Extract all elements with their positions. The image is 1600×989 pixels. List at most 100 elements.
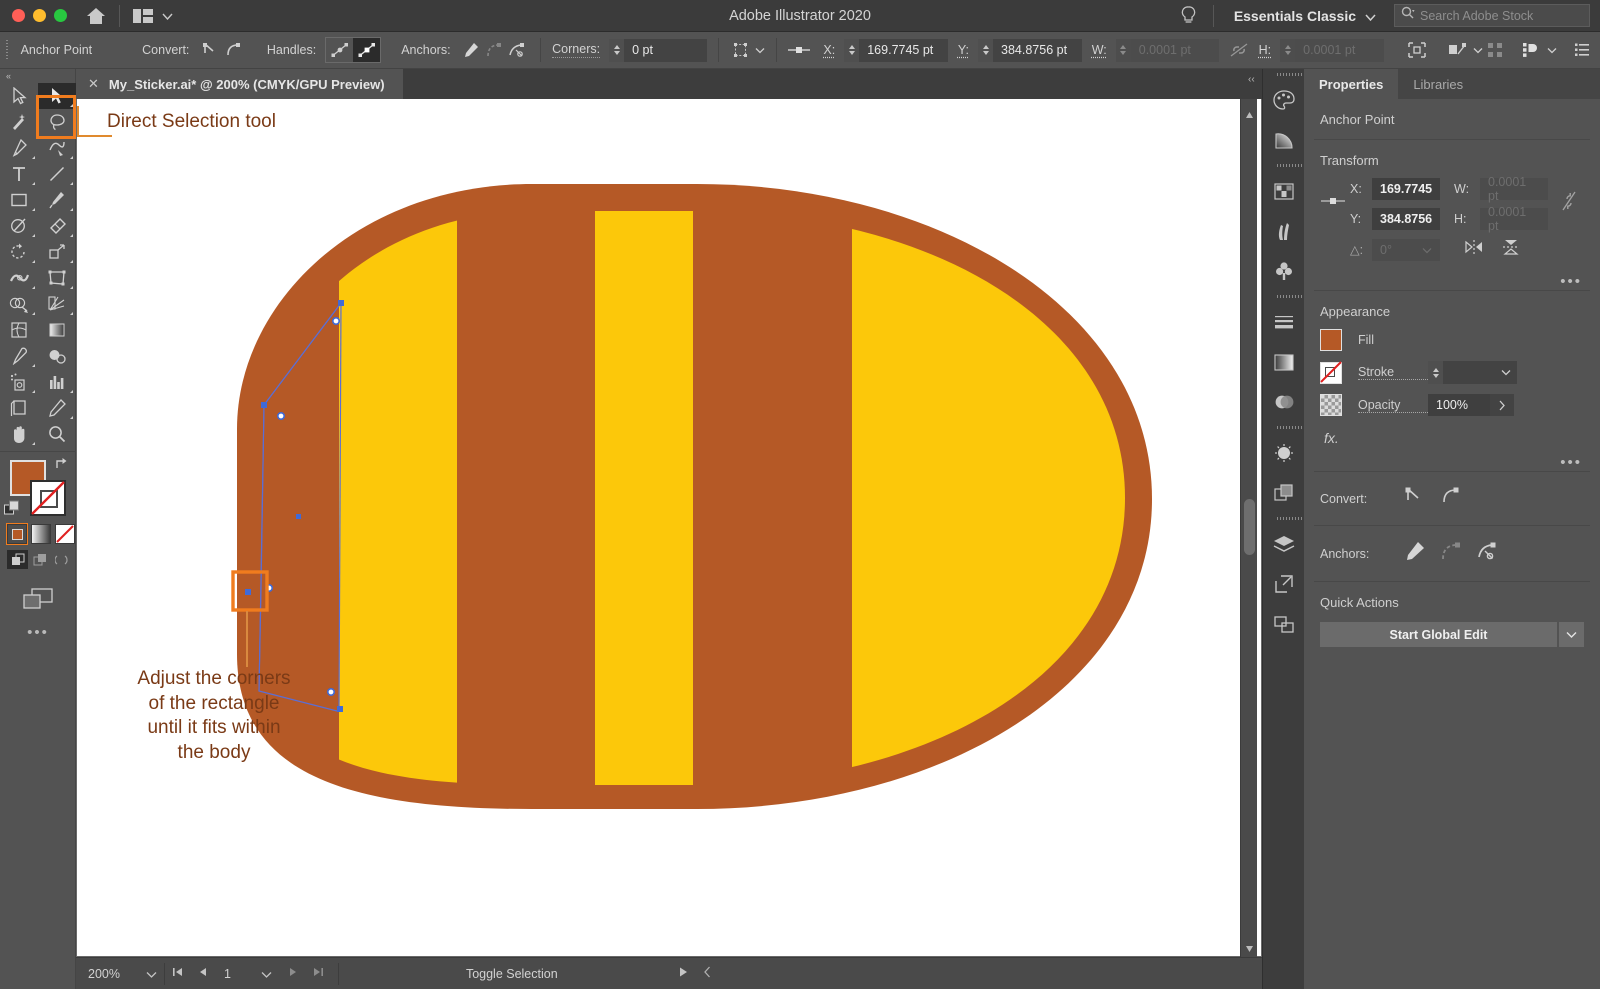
scrollbar-thumb[interactable] (1244, 499, 1255, 555)
column-graph-tool[interactable] (38, 369, 76, 395)
flip-horizontal-icon[interactable] (1464, 239, 1484, 260)
y-stepper[interactable] (978, 39, 993, 62)
slice-tool[interactable] (38, 395, 76, 421)
artboard-number-field[interactable]: 1 (224, 967, 272, 981)
stroke-weight-field[interactable] (1428, 361, 1517, 384)
transform-effect-icon[interactable] (1445, 38, 1468, 62)
asset-export-icon[interactable] (1263, 564, 1305, 604)
last-artboard-icon[interactable] (312, 966, 324, 981)
change-screen-mode-icon[interactable] (0, 588, 76, 610)
close-icon[interactable]: ✕ (88, 76, 99, 92)
dock-grip[interactable] (1263, 291, 1305, 302)
show-one-handle-icon[interactable] (353, 38, 380, 62)
hand-tool[interactable] (0, 421, 38, 447)
connect-anchors-icon[interactable] (1440, 540, 1462, 567)
selection-tool[interactable] (0, 83, 38, 109)
magic-wand-tool[interactable] (0, 109, 38, 135)
chevron-down-icon[interactable] (1473, 43, 1483, 57)
minimize-window-button[interactable] (33, 9, 46, 22)
more-options-arrow-icon[interactable] (1490, 394, 1514, 416)
gradient-swatch-icon[interactable] (31, 524, 51, 544)
scroll-up-icon[interactable] (1245, 107, 1254, 116)
unlink-dimensions-icon[interactable] (1227, 38, 1250, 62)
convert-to-corner-icon[interactable] (1404, 486, 1424, 511)
unlink-dimensions-icon[interactable] (1554, 178, 1584, 217)
paintbrush-tool[interactable] (38, 187, 76, 213)
scale-tool[interactable] (38, 239, 76, 265)
dock-grip[interactable] (1263, 69, 1305, 80)
lasso-tool[interactable] (38, 109, 76, 135)
document-tab[interactable]: ✕ My_Sticker.ai* @ 200% (CMYK/GPU Previe… (76, 69, 403, 99)
rectangle-tool[interactable] (0, 187, 38, 213)
y-field[interactable]: 384.8756 pt (978, 39, 1082, 62)
swatches-icon[interactable] (1263, 171, 1305, 211)
default-fill-stroke-icon[interactable] (4, 500, 20, 516)
type-tool[interactable] (0, 161, 38, 187)
eraser-tool[interactable] (38, 213, 76, 239)
expand-panels-icon[interactable]: ‹‹ (1248, 74, 1255, 85)
collapse-panel-icon[interactable]: « (0, 69, 75, 83)
grid-options-icon[interactable] (730, 38, 753, 62)
x-field[interactable]: 169.7745 (1372, 178, 1440, 200)
artboard-canvas[interactable]: Direct Selection tool Adjust the corners… (76, 99, 1262, 957)
dock-grip[interactable] (1263, 160, 1305, 171)
color-swatch-icon[interactable] (7, 524, 27, 544)
layers-icon[interactable] (1263, 524, 1305, 564)
chevron-down-icon[interactable] (146, 967, 157, 981)
cut-path-icon[interactable] (1476, 540, 1498, 567)
tab-properties[interactable]: Properties (1304, 69, 1398, 99)
transparency-icon[interactable] (1263, 382, 1305, 422)
stroke-swatch[interactable] (1320, 362, 1342, 384)
appearance-more-options-icon[interactable]: ••• (1320, 454, 1584, 471)
resize-handle-icon[interactable] (703, 966, 712, 981)
connect-anchors-icon[interactable] (483, 38, 506, 62)
eyedropper-tool[interactable] (0, 343, 38, 369)
dock-grip[interactable] (1263, 422, 1305, 433)
start-global-edit-button[interactable]: Start Global Edit (1320, 622, 1557, 647)
artboard-tool[interactable] (0, 395, 38, 421)
perspective-grid-tool[interactable] (38, 291, 76, 317)
control-bar-grip[interactable] (4, 40, 8, 61)
convert-to-smooth-icon[interactable] (1440, 486, 1460, 511)
draw-inside-icon[interactable] (51, 550, 72, 569)
flip-vertical-icon[interactable] (1502, 238, 1520, 261)
mesh-tool[interactable] (0, 317, 38, 343)
color-guide-icon[interactable] (1263, 120, 1305, 160)
convert-to-smooth-icon[interactable] (222, 38, 245, 62)
chevron-down-icon[interactable] (261, 967, 272, 981)
graphic-styles-icon[interactable] (1263, 473, 1305, 513)
x-field[interactable]: 169.7745 pt (844, 39, 948, 62)
document-setup-icon[interactable] (1571, 38, 1594, 62)
stroke-label[interactable]: Stroke (1358, 365, 1428, 380)
chevron-down-icon[interactable] (1495, 369, 1517, 376)
shaper-tool[interactable] (0, 213, 38, 239)
brushes-icon[interactable] (1263, 211, 1305, 251)
search-adobe-stock-field[interactable]: Search Adobe Stock (1394, 4, 1590, 27)
isolate-selected-icon[interactable] (1406, 38, 1429, 62)
convert-to-corner-icon[interactable] (198, 38, 221, 62)
curvature-tool[interactable] (38, 135, 76, 161)
chevron-down-icon[interactable] (162, 7, 173, 25)
remove-anchor-icon[interactable] (460, 38, 483, 62)
stroke-icon[interactable] (1263, 302, 1305, 342)
fill-swatch[interactable] (1320, 329, 1342, 351)
workspace-switcher[interactable]: Essentials Classic (1224, 4, 1386, 28)
stroke-swatch[interactable] (30, 480, 66, 516)
corners-stepper[interactable] (609, 39, 624, 62)
chevron-down-icon[interactable] (1547, 43, 1557, 57)
remove-anchor-icon[interactable] (1404, 540, 1426, 567)
shape-builder-tool[interactable] (0, 291, 38, 317)
reference-point-icon[interactable] (787, 38, 811, 62)
scroll-down-icon[interactable] (1245, 940, 1254, 949)
swap-fill-stroke-icon[interactable] (54, 456, 70, 472)
draw-behind-icon[interactable] (29, 550, 50, 569)
width-tool[interactable] (0, 265, 38, 291)
none-swatch-icon[interactable] (55, 524, 75, 544)
snap-to-glyph-icon[interactable] (1519, 38, 1542, 62)
direct-selection-tool[interactable] (38, 83, 76, 109)
corners-field[interactable]: 0 pt (609, 39, 707, 62)
transform-more-options-icon[interactable]: ••• (1320, 273, 1584, 290)
cut-path-icon[interactable] (506, 38, 529, 62)
symbol-sprayer-tool[interactable] (0, 369, 38, 395)
blend-tool[interactable] (38, 343, 76, 369)
